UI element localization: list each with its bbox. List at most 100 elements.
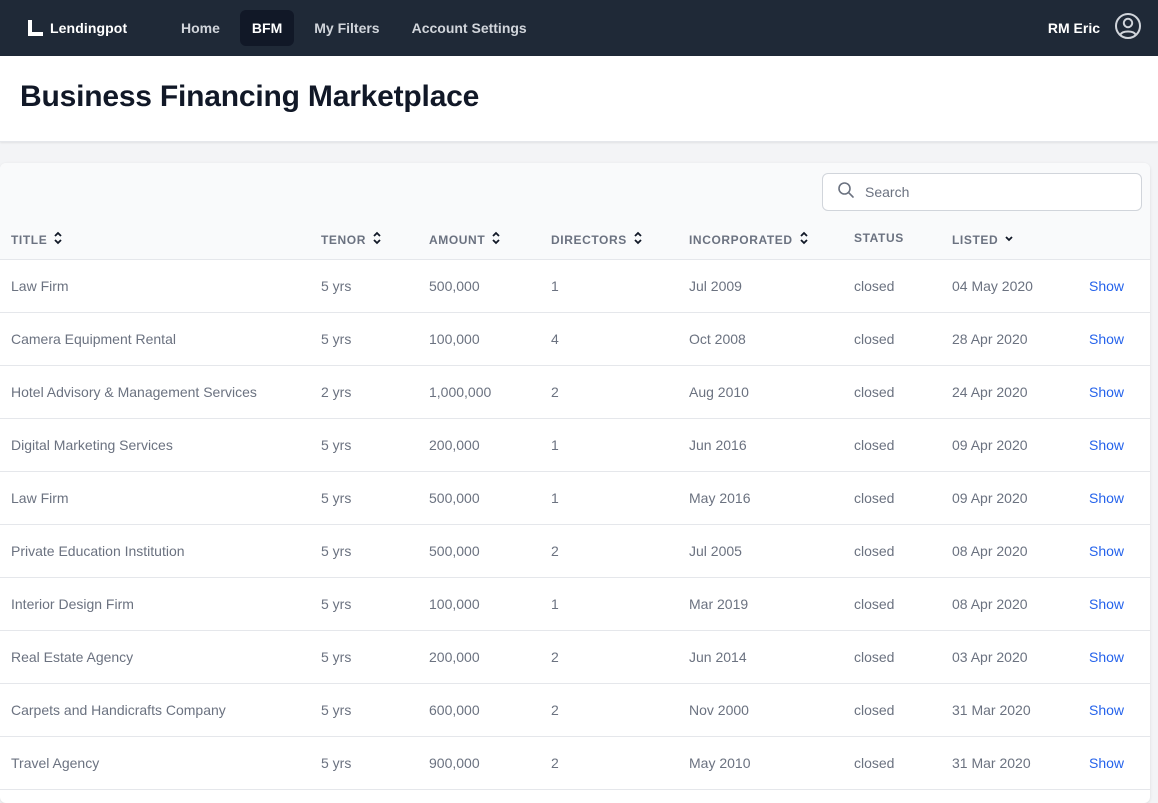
cell-title: Law Firm xyxy=(11,490,69,506)
cell-incorporated: Mar 2019 xyxy=(689,596,749,612)
lendingpot-logo-icon xyxy=(26,19,44,37)
cell-amount: 500,000 xyxy=(429,490,480,506)
brand-name: Lendingpot xyxy=(50,20,128,36)
cell-directors: 2 xyxy=(551,755,559,771)
top-navigation-bar: Lendingpot Home BFM My Filters Account S… xyxy=(0,0,1158,56)
cell-directors: 1 xyxy=(551,596,559,612)
cell-amount: 200,000 xyxy=(429,649,480,665)
cell-listed: 04 May 2020 xyxy=(952,278,1033,294)
column-directors-label: DIRECTORS xyxy=(551,232,627,247)
cell-tenor: 5 yrs xyxy=(321,702,352,718)
show-link[interactable]: Show xyxy=(1089,490,1124,506)
table-row: Carpets and Handicrafts Company 5 yrs 600,… xyxy=(0,684,1150,737)
table-row: Digital Marketing Services 5 yrs 200,000 1 J… xyxy=(0,419,1150,472)
show-link[interactable]: Show xyxy=(1089,278,1124,294)
cell-listed: 28 Apr 2020 xyxy=(952,331,1028,347)
cell-incorporated: Jul 2005 xyxy=(689,543,742,559)
cell-incorporated: Jun 2016 xyxy=(689,437,747,453)
cell-amount: 1,000,000 xyxy=(429,384,492,400)
column-incorporated-label: INCORPORATED xyxy=(689,232,793,247)
column-amount-label: AMOUNT xyxy=(429,232,486,247)
cell-title: Camera Equipment Rental xyxy=(11,331,176,347)
search-box[interactable] xyxy=(822,173,1142,211)
user-menu[interactable]: RM Eric xyxy=(1048,0,1142,56)
cell-amount: 100,000 xyxy=(429,596,480,612)
sort-icon[interactable] xyxy=(53,231,63,248)
table-row: Law Firm 5 yrs 500,000 1 Jul 2009 closed 04 Ma… xyxy=(0,260,1150,313)
nav-bfm[interactable]: BFM xyxy=(239,10,295,46)
column-header-listed[interactable]: LISTED xyxy=(952,231,1014,248)
cell-listed: 08 Apr 2020 xyxy=(952,596,1028,612)
column-header-incorporated[interactable]: INCORPORATED xyxy=(689,231,809,248)
sort-icon[interactable] xyxy=(799,231,809,248)
sort-icon[interactable] xyxy=(633,231,643,248)
cell-incorporated: Nov 2000 xyxy=(689,702,749,718)
search-input[interactable] xyxy=(865,184,1125,200)
cell-tenor: 5 yrs xyxy=(321,331,352,347)
cell-directors: 2 xyxy=(551,702,559,718)
table-row: Hotel Advisory & Management Services 2 yr… xyxy=(0,366,1150,419)
cell-incorporated: Jun 2014 xyxy=(689,649,747,665)
show-link[interactable]: Show xyxy=(1089,384,1124,400)
nav-account-settings[interactable]: Account Settings xyxy=(400,10,539,46)
cell-amount: 200,000 xyxy=(429,437,480,453)
cell-tenor: 5 yrs xyxy=(321,490,352,506)
table-row: Interior Design Firm 5 yrs 100,000 1 Mar 201… xyxy=(0,578,1150,631)
show-link[interactable]: Show xyxy=(1089,649,1124,665)
cell-amount: 900,000 xyxy=(429,755,480,771)
column-title-label: TITLE xyxy=(11,232,48,247)
show-link[interactable]: Show xyxy=(1089,543,1124,559)
cell-listed: 24 Apr 2020 xyxy=(952,384,1028,400)
cell-status: closed xyxy=(854,384,895,400)
cell-title: Travel Agency xyxy=(11,755,100,771)
cell-directors: 2 xyxy=(551,543,559,559)
show-link[interactable]: Show xyxy=(1089,755,1124,771)
table-header: TITLE TENOR AMOUNT DIRECTORS INCORPORATE… xyxy=(0,163,1150,260)
search-icon xyxy=(823,181,855,204)
show-link[interactable]: Show xyxy=(1089,437,1124,453)
column-header-amount[interactable]: AMOUNT xyxy=(429,231,501,248)
user-circle-icon[interactable] xyxy=(1114,12,1142,45)
column-header-status: STATUS xyxy=(854,231,904,245)
cell-status: closed xyxy=(854,543,895,559)
column-header-directors[interactable]: DIRECTORS xyxy=(551,231,643,248)
page-title: Business Financing Marketplace xyxy=(20,80,480,113)
cell-tenor: 5 yrs xyxy=(321,649,352,665)
listings-table-card: TITLE TENOR AMOUNT DIRECTORS INCORPORATE… xyxy=(0,163,1150,803)
show-link[interactable]: Show xyxy=(1089,596,1124,612)
show-link[interactable]: Show xyxy=(1089,331,1124,347)
cell-title: Private Education Institution xyxy=(11,543,185,559)
cell-tenor: 5 yrs xyxy=(321,543,352,559)
table-row: Camera Equipment Rental 5 yrs 100,000 4 Oct … xyxy=(0,313,1150,366)
cell-tenor: 2 yrs xyxy=(321,384,352,400)
cell-status: closed xyxy=(854,331,895,347)
column-header-tenor[interactable]: TENOR xyxy=(321,231,382,248)
cell-incorporated: May 2016 xyxy=(689,490,751,506)
cell-title: Digital Marketing Services xyxy=(11,437,173,453)
cell-title: Interior Design Firm xyxy=(11,596,134,612)
column-listed-label: LISTED xyxy=(952,232,999,247)
cell-listed: 08 Apr 2020 xyxy=(952,543,1028,559)
user-name: RM Eric xyxy=(1047,20,1100,36)
cell-directors: 1 xyxy=(551,490,559,506)
cell-directors: 2 xyxy=(551,384,559,400)
brand[interactable]: Lendingpot xyxy=(26,19,176,37)
cell-listed: 09 Apr 2020 xyxy=(952,490,1028,506)
cell-status: closed xyxy=(854,278,895,294)
nav-my-filters[interactable]: My Filters xyxy=(302,10,391,46)
cell-incorporated: Oct 2008 xyxy=(689,331,746,347)
table-body: Law Firm 5 yrs 500,000 1 Jul 2009 closed 04 Ma… xyxy=(0,260,1150,790)
chevron-down-icon[interactable] xyxy=(1004,231,1014,248)
nav-home[interactable]: Home xyxy=(169,10,232,46)
show-link[interactable]: Show xyxy=(1089,702,1124,718)
cell-listed: 09 Apr 2020 xyxy=(952,437,1028,453)
cell-title: Hotel Advisory & Management Services xyxy=(11,384,257,400)
cell-directors: 4 xyxy=(551,331,559,347)
table-row: Private Education Institution 5 yrs 500,00… xyxy=(0,525,1150,578)
column-header-title[interactable]: TITLE xyxy=(11,231,63,248)
cell-listed: 03 Apr 2020 xyxy=(952,649,1028,665)
sort-icon[interactable] xyxy=(491,231,501,248)
cell-tenor: 5 yrs xyxy=(321,437,352,453)
sort-icon[interactable] xyxy=(372,231,382,248)
cell-title: Law Firm xyxy=(11,278,69,294)
